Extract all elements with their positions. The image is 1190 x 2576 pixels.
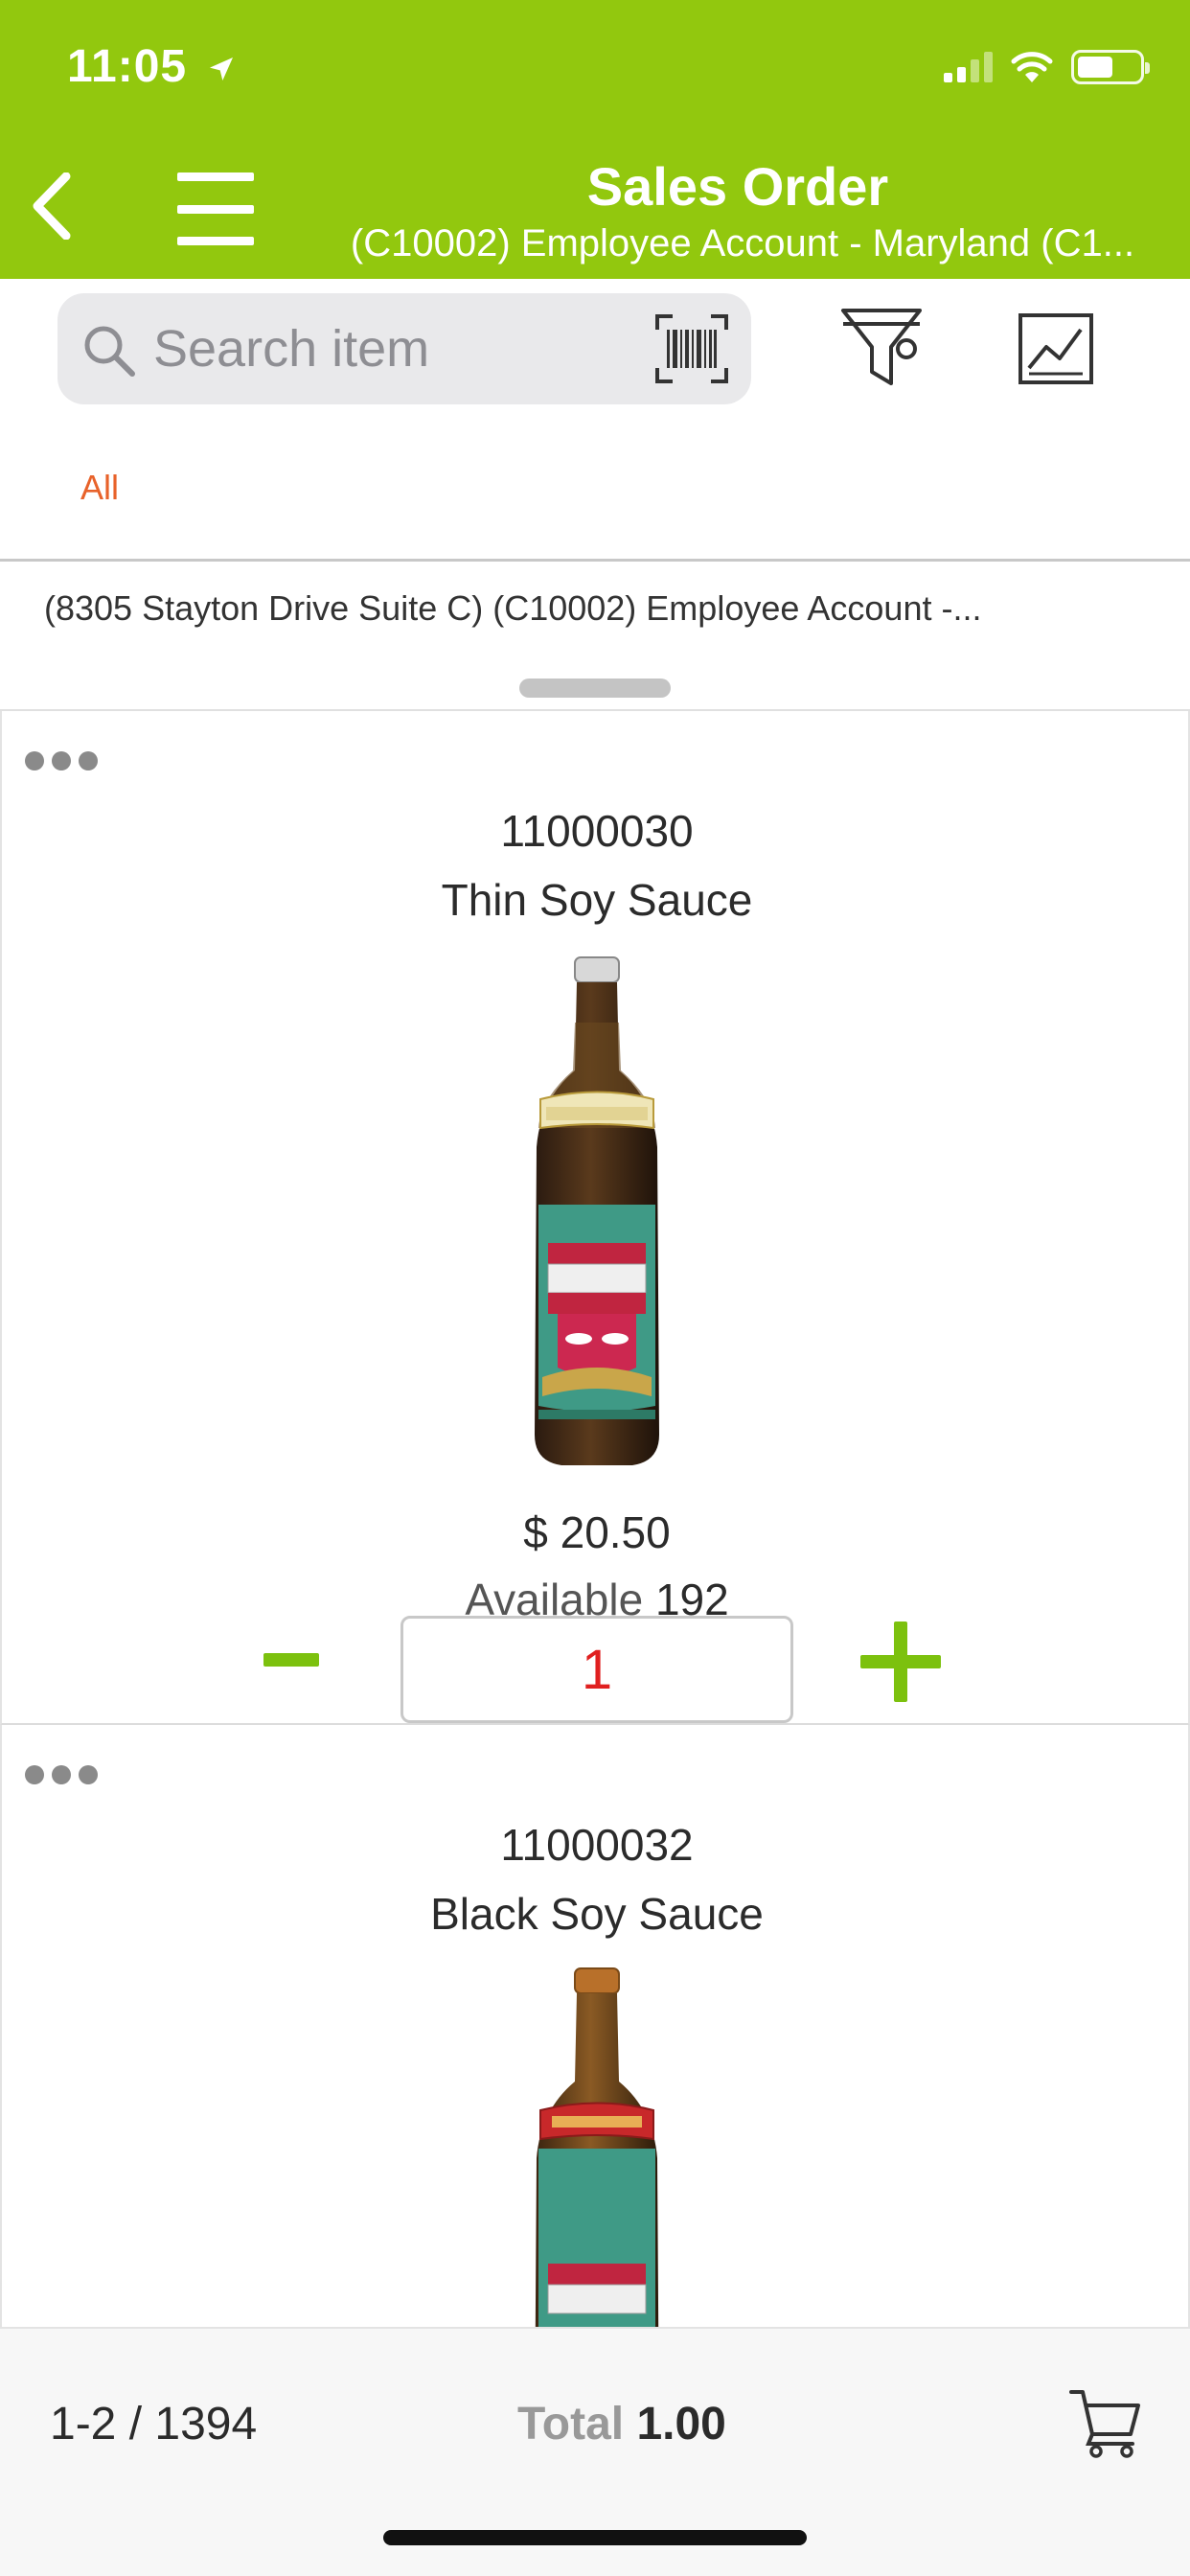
more-icon[interactable] bbox=[25, 751, 98, 770]
item-price: $ 20.50 bbox=[523, 1507, 671, 1557]
tab-all[interactable]: All bbox=[80, 468, 119, 508]
wifi-icon bbox=[1011, 52, 1053, 82]
menu-icon[interactable] bbox=[177, 172, 254, 245]
app-header: 11:05 Sales Order (C10002) Employee Acco… bbox=[0, 0, 1190, 279]
shipping-address[interactable]: (8305 Stayton Drive Suite C) (C10002) Em… bbox=[44, 588, 1156, 629]
item-card[interactable]: 11000030 Thin Soy Sauce $ 20.50 Availabl… bbox=[0, 711, 1190, 1725]
barcode-scan-icon[interactable] bbox=[653, 310, 730, 387]
location-arrow-icon bbox=[210, 58, 234, 81]
quantity-input[interactable] bbox=[400, 1616, 793, 1723]
item-card[interactable]: 11000032 Black Soy Sauce bbox=[0, 1725, 1190, 2329]
battery-icon bbox=[1071, 50, 1150, 84]
status-time-text: 11:05 bbox=[67, 41, 188, 92]
search-input[interactable] bbox=[153, 310, 690, 387]
drag-handle[interactable] bbox=[519, 678, 671, 698]
item-code: 11000032 bbox=[500, 1820, 694, 1870]
divider bbox=[0, 559, 1190, 562]
more-icon[interactable] bbox=[25, 1765, 98, 1784]
status-indicators bbox=[944, 50, 1150, 84]
item-name: Black Soy Sauce bbox=[430, 1889, 764, 1939]
item-name: Thin Soy Sauce bbox=[441, 875, 753, 925]
pagination-range: 1-2 / 1394 bbox=[50, 2399, 258, 2450]
customer-subtitle: (C10002) Employee Account - Maryland (C1… bbox=[350, 222, 1135, 264]
product-image bbox=[535, 1967, 659, 2329]
order-total: Total 1.00 bbox=[517, 2398, 726, 2450]
back-button[interactable] bbox=[17, 163, 84, 249]
filter-icon[interactable] bbox=[839, 305, 924, 391]
search-bar[interactable] bbox=[57, 293, 751, 404]
chart-icon[interactable] bbox=[1018, 312, 1094, 385]
total-label: Total bbox=[517, 2399, 625, 2450]
total-value: 1.00 bbox=[636, 2399, 726, 2450]
minus-icon bbox=[263, 1653, 319, 1667]
cellular-signal-icon bbox=[944, 52, 993, 82]
page-title: Sales Order bbox=[586, 156, 889, 217]
increase-quantity-button[interactable] bbox=[860, 1622, 941, 1702]
decrease-quantity-button[interactable] bbox=[253, 1631, 330, 1689]
home-indicator[interactable] bbox=[383, 2530, 807, 2545]
status-time: 11:05 bbox=[67, 40, 237, 93]
back-icon bbox=[33, 172, 71, 240]
product-image bbox=[535, 956, 659, 1465]
search-icon bbox=[84, 326, 135, 377]
cart-icon[interactable] bbox=[1069, 2386, 1142, 2459]
item-code: 11000030 bbox=[500, 806, 694, 856]
